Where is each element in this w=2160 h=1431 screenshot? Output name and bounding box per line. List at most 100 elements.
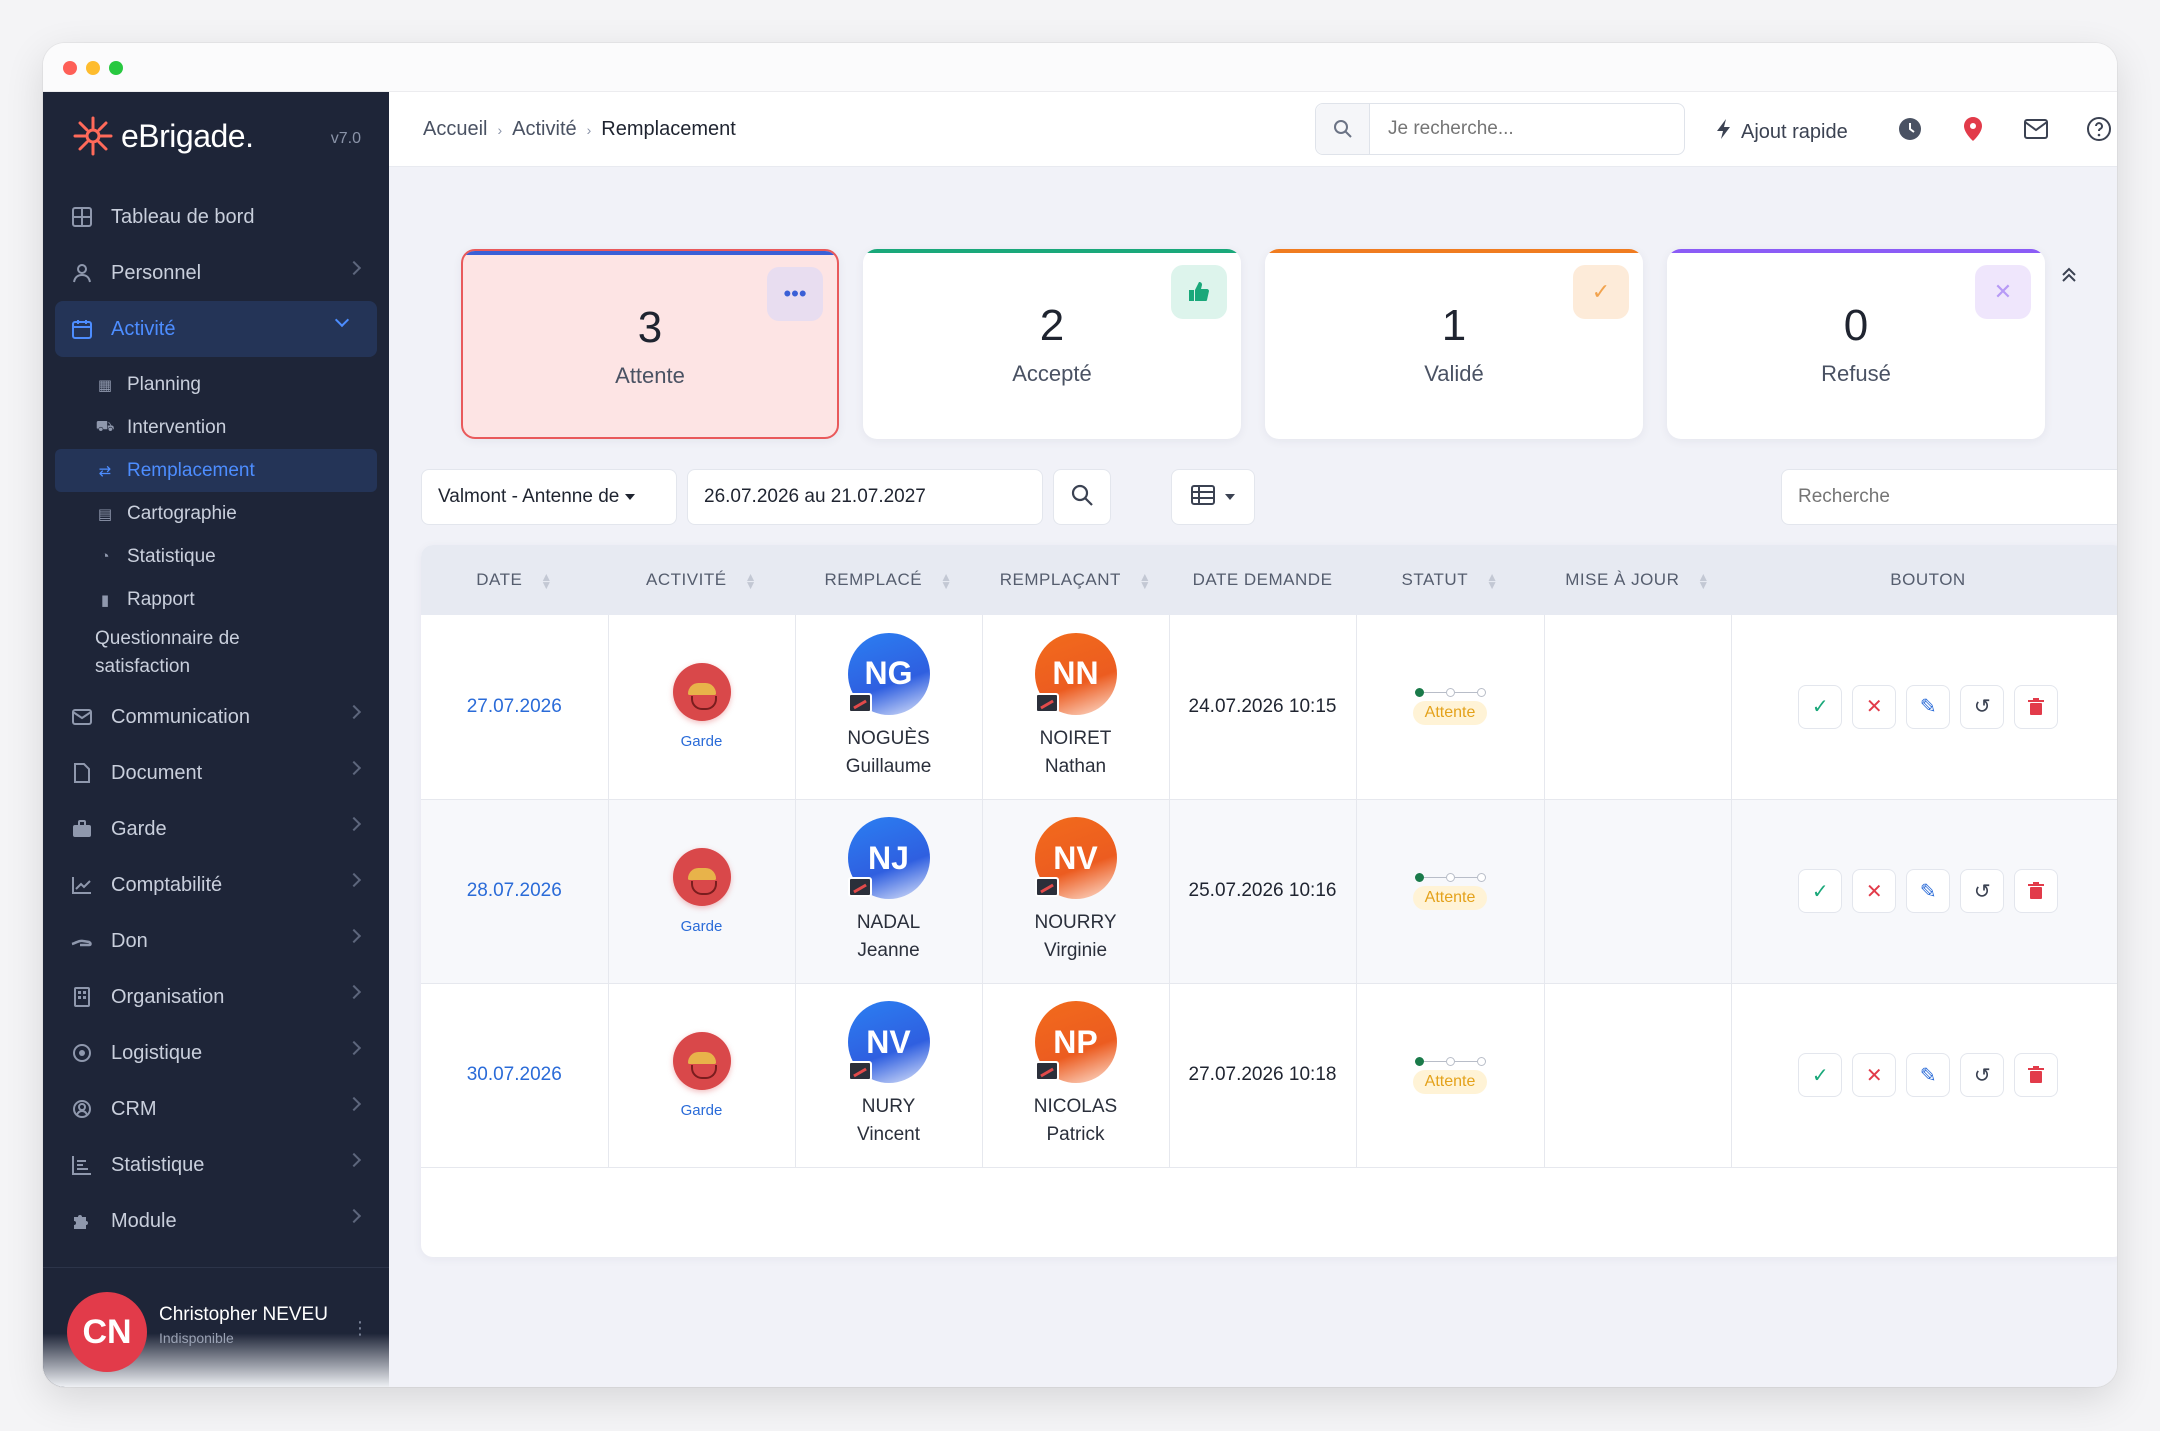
sidebar-item-don[interactable]: Don <box>43 913 389 969</box>
map-icon: ▤ <box>97 505 113 523</box>
delete-button[interactable] <box>2014 869 2059 913</box>
column-header-date[interactable]: DATE ▲ ▼ <box>421 545 608 615</box>
sidebar-subitem-label: Statistique <box>127 545 216 567</box>
sidebar-item-statistique[interactable]: Statistique <box>43 1137 389 1193</box>
sidebar-item-personnel[interactable]: Personnel <box>43 245 389 301</box>
status-card-label: Accepté <box>1012 361 1092 386</box>
sidebar-item-organisation[interactable]: Organisation <box>43 969 389 1025</box>
delete-button[interactable] <box>2014 684 2059 729</box>
sidebar-subitem-statistique[interactable]: ◔ Statistique <box>43 535 389 578</box>
breadcrumb-item[interactable]: Accueil <box>423 118 487 141</box>
reject-button[interactable]: ✕ <box>1852 1053 1897 1097</box>
sidebar-subitem-rapport[interactable]: ▮ Rapport <box>43 578 389 621</box>
global-search <box>1315 103 1685 155</box>
sidebar-subitem-cartographie[interactable]: ▤ Cartographie <box>43 492 389 535</box>
sidebar-subitem-label: Planning <box>127 373 201 395</box>
chevron-right-icon <box>346 1208 362 1224</box>
status-card-valide[interactable]: 1 Validé ✓ <box>1265 249 1643 439</box>
sidebar-item-module[interactable]: Module <box>43 1193 389 1249</box>
user-profile[interactable]: CN Christopher NEVEU Indisponible ⋮ <box>43 1267 389 1387</box>
puzzle-icon <box>71 1210 93 1232</box>
chevron-right-icon <box>346 984 362 1000</box>
collapse-up-icon[interactable] <box>2059 265 2079 290</box>
person-name[interactable]: NOGUÈS Guillaume <box>796 725 982 781</box>
sidebar-item-label: Statistique <box>111 1153 205 1176</box>
avatar[interactable]: NN <box>1034 632 1117 715</box>
map-pin-icon[interactable] <box>1960 116 1986 142</box>
avatar[interactable]: NP <box>1034 1001 1117 1083</box>
user-name: Christopher NEVEU <box>159 1304 328 1325</box>
delete-button[interactable] <box>2014 1053 2059 1097</box>
sidebar-subitem-intervention[interactable]: ⛟ Intervention <box>43 406 389 449</box>
more-vertical-icon[interactable]: ⋮ <box>351 1318 369 1339</box>
row-date-link[interactable]: 28.07.2026 <box>467 880 562 901</box>
person-name[interactable]: NOURRY Virginie <box>983 909 1169 965</box>
sidebar-subitem-remplacement[interactable]: ⇄ Remplacement <box>55 449 377 492</box>
sidebar-item-comptabilite[interactable]: Comptabilité <box>43 857 389 913</box>
search-button[interactable] <box>1053 469 1111 525</box>
sidebar-subitem-questionnaire[interactable]: Questionnaire de satisfaction <box>43 621 389 685</box>
edit-button[interactable]: ✎ <box>1906 1053 1951 1097</box>
section-select[interactable]: Valmont - Antenne de <box>421 469 677 525</box>
status-card-accepte[interactable]: 2 Accepté <box>863 249 1241 439</box>
minimize-window-button[interactable] <box>86 61 100 75</box>
sidebar-item-crm[interactable]: CRM <box>43 1081 389 1137</box>
edit-button[interactable]: ✎ <box>1906 684 1951 729</box>
column-header-statut[interactable]: STATUT ▲ ▼ <box>1356 545 1544 615</box>
column-header-remplacant[interactable]: REMPLAÇANT ▲ ▼ <box>982 545 1169 615</box>
column-header-activite[interactable]: ACTIVITÉ ▲ ▼ <box>608 545 795 615</box>
date-range-input[interactable]: 26.07.2026 au 21.07.2027 <box>687 469 1043 525</box>
sidebar-item-communication[interactable]: Communication <box>43 689 389 745</box>
breadcrumb-item[interactable]: Activité <box>512 118 576 141</box>
accept-button[interactable]: ✓ <box>1798 869 1843 913</box>
activity-link[interactable]: Garde <box>609 733 795 750</box>
mail-icon[interactable] <box>2023 116 2049 142</box>
row-date-link[interactable]: 30.07.2026 <box>467 1064 562 1085</box>
avatar[interactable]: NG <box>847 632 930 715</box>
sidebar-item-tableau-de-bord[interactable]: Tableau de bord <box>43 189 389 245</box>
history-button[interactable]: ↺ <box>1960 1053 2005 1097</box>
brand[interactable]: eBrigade. <box>71 116 254 156</box>
chevron-right-icon <box>346 1096 362 1112</box>
avatar[interactable]: NJ <box>847 817 930 899</box>
avatar[interactable]: NV <box>1034 817 1117 899</box>
status-badge: Attente <box>1412 1069 1488 1094</box>
reject-button[interactable]: ✕ <box>1852 869 1897 913</box>
breadcrumb: Accueil › Activité › Remplacement <box>423 118 736 141</box>
accept-button[interactable]: ✓ <box>1798 1053 1843 1097</box>
person-name[interactable]: NOIRET Nathan <box>983 725 1169 781</box>
status-card-refuse[interactable]: 0 Refusé ✕ <box>1667 249 2045 439</box>
sidebar-item-activite[interactable]: Activité <box>55 301 377 357</box>
row-date-link[interactable]: 27.07.2026 <box>467 696 562 717</box>
table-search-input[interactable] <box>1782 470 2117 524</box>
person-name[interactable]: NURY Vincent <box>796 1093 982 1149</box>
activity-link[interactable]: Garde <box>609 918 795 935</box>
history-button[interactable]: ↺ <box>1960 869 2005 913</box>
avatar[interactable]: NV <box>847 1001 930 1083</box>
person-name[interactable]: NADAL Jeanne <box>796 909 982 965</box>
status-card-attente[interactable]: 3 Attente ••• <box>461 249 839 439</box>
column-header-mise-a-jour[interactable]: MISE À JOUR ▲ ▼ <box>1544 545 1731 615</box>
history-button[interactable]: ↺ <box>1960 684 2005 729</box>
sidebar-item-document[interactable]: Document <box>43 745 389 801</box>
clock-icon[interactable] <box>1897 116 1923 142</box>
activity-link[interactable]: Garde <box>609 1102 795 1119</box>
more-horizontal-icon: ••• <box>767 267 823 321</box>
app-window: eBrigade. v7.0 Tableau de bord Personnel <box>43 43 2117 1387</box>
request-date: 25.07.2026 10:16 <box>1188 880 1337 901</box>
column-header-date-demande[interactable]: DATE DEMANDE <box>1169 545 1356 615</box>
maximize-window-button[interactable] <box>109 61 123 75</box>
quick-add-button[interactable]: Ajout rapide <box>1715 118 1848 146</box>
column-header-remplace[interactable]: REMPLACÉ ▲ ▼ <box>795 545 982 615</box>
accept-button[interactable]: ✓ <box>1798 684 1843 729</box>
reject-button[interactable]: ✕ <box>1852 684 1897 729</box>
help-icon[interactable] <box>2086 116 2112 142</box>
sidebar-item-logistique[interactable]: Logistique <box>43 1025 389 1081</box>
global-search-input[interactable] <box>1370 118 1670 140</box>
edit-button[interactable]: ✎ <box>1906 869 1951 913</box>
sidebar-item-garde[interactable]: Garde <box>43 801 389 857</box>
view-toggle-button[interactable] <box>1171 469 1255 525</box>
person-name[interactable]: NICOLAS Patrick <box>983 1093 1169 1149</box>
close-window-button[interactable] <box>63 61 77 75</box>
sidebar-subitem-planning[interactable]: ▦ Planning <box>43 363 389 406</box>
